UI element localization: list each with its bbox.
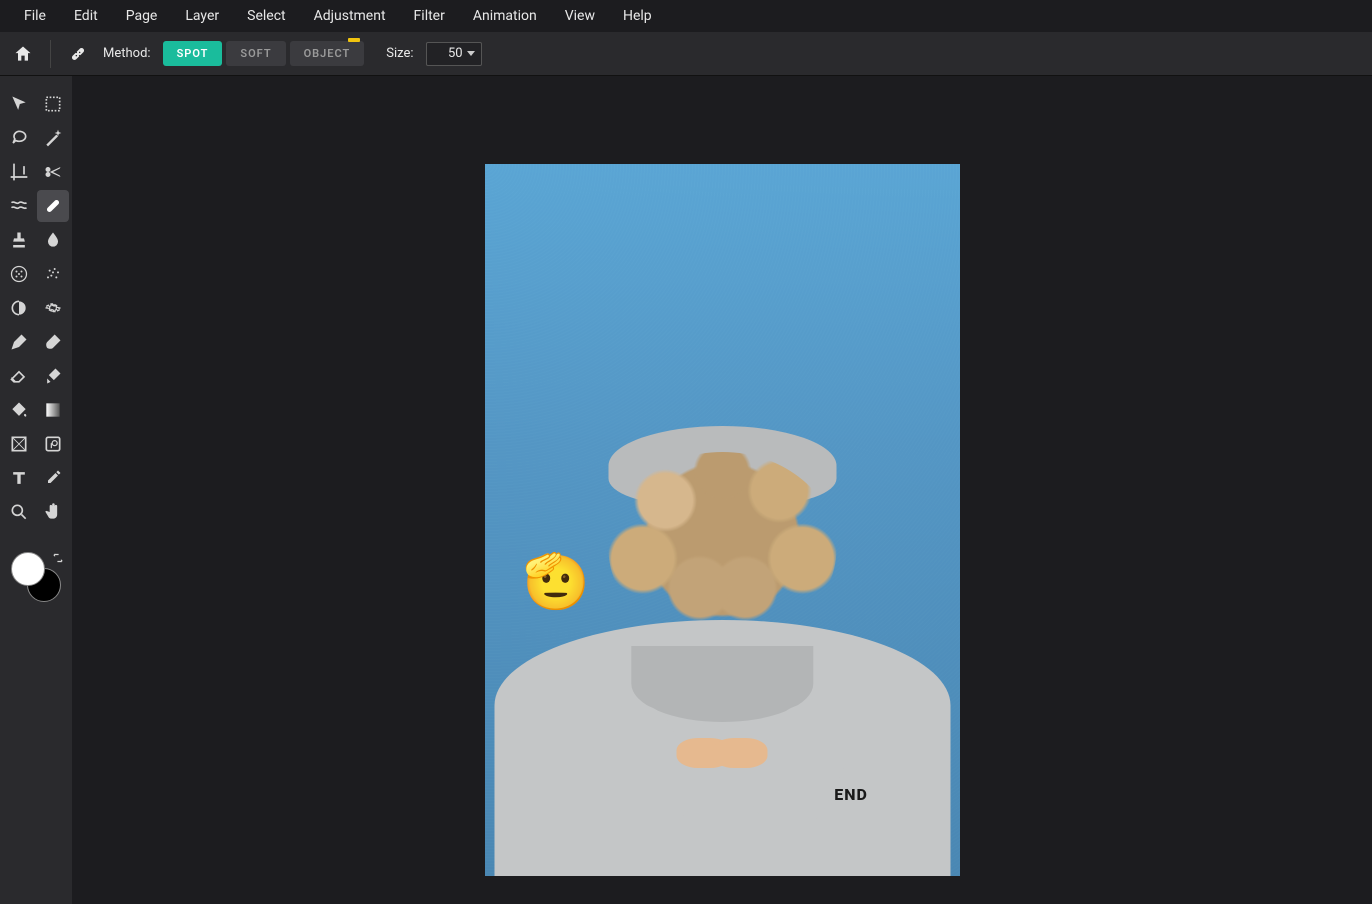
method-label: Method: — [103, 46, 151, 61]
menu-help[interactable]: Help — [609, 2, 666, 30]
head — [608, 452, 836, 646]
lasso-icon — [9, 128, 29, 148]
marquee-icon — [43, 94, 63, 114]
method-soft[interactable]: SOFT — [226, 41, 285, 66]
bandaid-icon — [68, 44, 88, 64]
menu-bar: File Edit Page Layer Select Adjustment F… — [0, 0, 1372, 32]
scissors-icon — [43, 162, 63, 182]
foreground-color-swatch[interactable] — [11, 552, 45, 586]
menu-view[interactable]: View — [551, 2, 609, 30]
dropper-icon — [43, 468, 63, 488]
menu-edit[interactable]: Edit — [60, 2, 112, 30]
canvas-image[interactable]: END 🫡 — [485, 164, 960, 876]
dots-circle-icon — [9, 264, 29, 284]
curly-hair — [608, 452, 836, 646]
hand-right — [713, 738, 768, 769]
hoodie-print-text: END — [834, 785, 868, 804]
spray-icon — [43, 264, 63, 284]
active-tool-icon — [65, 41, 91, 67]
pen-tool[interactable] — [3, 326, 35, 358]
liquify-tool[interactable] — [3, 190, 35, 222]
picker-tool[interactable] — [37, 462, 69, 494]
stamp-icon — [9, 230, 29, 250]
menu-page[interactable]: Page — [112, 2, 172, 30]
wand-icon — [43, 128, 63, 148]
text-icon — [9, 468, 29, 488]
hand-icon — [43, 502, 63, 522]
hoodie: END — [494, 620, 950, 876]
divider — [50, 40, 51, 68]
crop-tool[interactable] — [3, 156, 35, 188]
size-label: Size: — [386, 46, 413, 61]
replace-color-tool[interactable] — [37, 360, 69, 392]
sharpen-tool[interactable] — [37, 292, 69, 324]
cutout-tool[interactable] — [37, 156, 69, 188]
blur-tool[interactable] — [37, 224, 69, 256]
gear-icon — [43, 298, 63, 318]
zoom-tool[interactable] — [3, 496, 35, 528]
marquee-tool[interactable] — [37, 88, 69, 120]
color-swatch[interactable] — [11, 552, 61, 602]
home-button[interactable] — [10, 41, 36, 67]
brush-icon — [43, 332, 63, 352]
method-spot[interactable]: SPOT — [163, 41, 223, 66]
gradient-icon — [43, 400, 63, 420]
toolbox — [0, 76, 72, 904]
canvas-area[interactable]: END 🫡 — [72, 76, 1372, 904]
liquify-icon — [9, 196, 29, 216]
drop-icon — [43, 230, 63, 250]
size-value: 50 — [448, 46, 463, 61]
clone-tool[interactable] — [3, 224, 35, 256]
method-group: SPOT SOFT OBJECT — [163, 41, 365, 66]
crop-icon — [9, 162, 29, 182]
method-object[interactable]: OBJECT — [290, 41, 365, 66]
heal-tool[interactable] — [37, 190, 69, 222]
bucket-icon — [9, 400, 29, 420]
pen-icon — [9, 332, 29, 352]
shape-tool[interactable] — [3, 428, 35, 460]
arrow-icon — [9, 94, 29, 114]
wand-tool[interactable] — [37, 122, 69, 154]
disperse-tool[interactable] — [3, 258, 35, 290]
eraser-tool[interactable] — [3, 360, 35, 392]
swap-colors-icon[interactable] — [51, 550, 65, 569]
hand-tool[interactable] — [37, 496, 69, 528]
salute-emoji-sticker[interactable]: 🫡 — [523, 556, 590, 610]
bandaid-icon — [43, 196, 63, 216]
spray-tool[interactable] — [37, 258, 69, 290]
menu-animation[interactable]: Animation — [459, 2, 551, 30]
dodge-icon — [9, 298, 29, 318]
home-icon — [13, 44, 33, 64]
dodge-tool[interactable] — [3, 292, 35, 324]
gradient-tool[interactable] — [37, 394, 69, 426]
brush2-icon — [43, 366, 63, 386]
options-bar: Method: SPOT SOFT OBJECT Size: 50 — [0, 32, 1372, 76]
new-badge — [348, 38, 360, 42]
fill-tool[interactable] — [3, 394, 35, 426]
lasso-tool[interactable] — [3, 122, 35, 154]
caret-down-icon — [467, 51, 475, 56]
menu-adjustment[interactable]: Adjustment — [300, 2, 400, 30]
arrow-tool[interactable] — [3, 88, 35, 120]
text-tool[interactable] — [3, 462, 35, 494]
shape-icon — [9, 434, 29, 454]
person-figure: END — [485, 435, 960, 876]
menu-select[interactable]: Select — [233, 2, 299, 30]
eraser-icon — [9, 366, 29, 386]
zoom-icon — [9, 502, 29, 522]
menu-filter[interactable]: Filter — [400, 2, 459, 30]
frame-icon — [43, 434, 63, 454]
brush-tool[interactable] — [37, 326, 69, 358]
menu-file[interactable]: File — [10, 2, 60, 30]
menu-layer[interactable]: Layer — [171, 2, 233, 30]
frame-tool[interactable] — [37, 428, 69, 460]
size-input[interactable]: 50 — [426, 42, 482, 66]
